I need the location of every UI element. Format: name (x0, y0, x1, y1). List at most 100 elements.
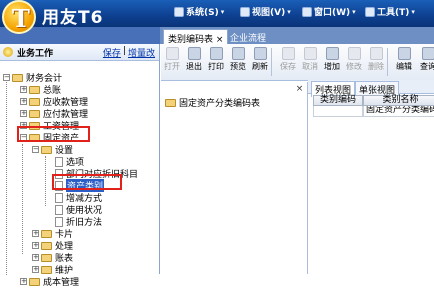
chevron-down-icon: ▾ (287, 8, 291, 16)
separator: | (123, 46, 126, 59)
toolbar-button-7[interactable]: 增加 (321, 47, 343, 72)
work-panel-title: 业务工作 (17, 46, 53, 59)
expand-icon[interactable]: + (20, 278, 27, 285)
toolbar-button-10[interactable]: 编辑 (393, 47, 415, 72)
tree-node-ar[interactable]: +应收款管理 (20, 96, 88, 107)
system-icon (174, 7, 184, 17)
view-tabs: 列表视图 单张视图 (308, 80, 434, 94)
tree-leaf-options[interactable]: 选项 (55, 156, 84, 167)
toolbar-button-label: 预览 (227, 61, 249, 72)
toolbar-icon (370, 47, 383, 60)
toolbar-separator (271, 48, 272, 76)
folder-icon (41, 230, 52, 238)
toolbar-button-11[interactable]: 查询 (417, 47, 434, 72)
toolbar: 打开退出打印预览刷新保存取消增加修改删除编辑查询 (161, 44, 434, 81)
gear-icon (365, 7, 375, 17)
tree-leaf-usage-status[interactable]: 使用状况 (55, 204, 102, 215)
tree-leaf-depr-method[interactable]: 折旧方法 (55, 216, 102, 227)
incremental-link[interactable]: 增量改 (128, 46, 155, 59)
menu-tools[interactable]: 工具(T)▾ (365, 5, 415, 18)
toolbar-button-3[interactable]: 预览 (227, 47, 249, 72)
expand-icon[interactable]: + (32, 242, 39, 249)
column-header-code[interactable]: 类别编码 (313, 95, 363, 106)
tree-node-process[interactable]: +处理 (32, 240, 73, 251)
toolbar-icon (304, 47, 317, 60)
category-tree-root[interactable]: 固定资产分类编码表 (165, 96, 260, 109)
folder-icon (29, 86, 40, 94)
expand-icon[interactable]: + (32, 230, 39, 237)
document-icon (55, 217, 63, 227)
toolbar-button-6[interactable]: 取消 (299, 47, 321, 72)
toolbar-button-label: 打印 (205, 61, 227, 72)
chevron-down-icon: ▾ (352, 8, 356, 16)
tree-node-gl[interactable]: +总账 (20, 84, 61, 95)
window-icon (302, 7, 312, 17)
folder-icon (41, 254, 52, 262)
toolbar-button-label: 刷新 (249, 61, 271, 72)
toolbar-icon (326, 47, 339, 60)
grid-cell-code[interactable] (313, 106, 363, 117)
expand-icon[interactable]: + (32, 254, 39, 261)
toolbar-icon (254, 47, 267, 60)
tree-node-finance[interactable]: −财务会计 (3, 72, 62, 83)
tree-node-reports[interactable]: +账表 (32, 252, 73, 263)
folder-icon (165, 99, 176, 107)
toolbar-button-label: 打开 (161, 61, 183, 72)
tree-node-card[interactable]: +卡片 (32, 228, 73, 239)
grid-cell-name[interactable]: 固定资产分类编码表 (363, 106, 434, 117)
toolbar-icon (210, 47, 223, 60)
collapse-icon[interactable]: − (3, 74, 10, 81)
toolbar-button-1[interactable]: 退出 (183, 47, 205, 72)
tree-node-cost[interactable]: +成本管理 (20, 276, 79, 287)
toolbar-icon (232, 47, 245, 60)
tab-category-code-table[interactable]: 类别编码表 × (163, 29, 228, 44)
toolbar-button-label: 删除 (365, 61, 387, 72)
toolbar-icon (348, 47, 361, 60)
toolbar-button-9[interactable]: 删除 (365, 47, 387, 72)
save-link[interactable]: 保存 (103, 46, 121, 59)
tree-node-ap[interactable]: +应付款管理 (20, 108, 88, 119)
collapse-icon[interactable]: − (32, 146, 39, 153)
close-icon[interactable]: × (294, 84, 305, 95)
toolbar-button-label: 退出 (183, 61, 205, 72)
folder-icon (41, 266, 52, 274)
category-tree-pane: 固定资产分类编码表 (161, 82, 308, 274)
toolbar-button-2[interactable]: 打印 (205, 47, 227, 72)
toolbar-button-label: 修改 (343, 61, 365, 72)
folder-icon (41, 146, 52, 154)
toolbar-button-8[interactable]: 修改 (343, 47, 365, 72)
menu-view[interactable]: 视图(V)▾ (240, 5, 291, 18)
toolbar-separator (387, 48, 388, 76)
folder-icon (29, 110, 40, 118)
toolbar-button-5[interactable]: 保存 (277, 47, 299, 72)
toolbar-button-0[interactable]: 打开 (161, 47, 183, 72)
toolbar-icon (282, 47, 295, 60)
tree-leaf-change-method[interactable]: 增减方式 (55, 192, 102, 203)
document-icon (55, 205, 63, 215)
expand-icon[interactable]: + (20, 86, 27, 93)
toolbar-icon (422, 47, 434, 60)
tab-enterprise-process[interactable]: 企业流程 (226, 29, 270, 44)
expand-icon[interactable]: + (32, 266, 39, 273)
toolbar-button-label: 编辑 (393, 61, 415, 72)
tree-node-setup[interactable]: −设置 (32, 144, 73, 155)
highlight-asset-category (52, 174, 122, 190)
toolbar-button-label: 取消 (299, 61, 321, 72)
expand-icon[interactable]: + (20, 98, 27, 105)
menu-window[interactable]: 窗口(W)▾ (302, 5, 356, 18)
tree-node-maintain[interactable]: +维护 (32, 264, 73, 275)
column-header-name[interactable]: 类别名称 (363, 95, 434, 106)
app-brand: 用友T6 (42, 3, 103, 28)
chevron-down-icon: ▾ (411, 8, 415, 16)
work-panel-header: 业务工作 保存 | 增量改 (0, 44, 159, 61)
highlight-fixed-assets (17, 126, 90, 142)
toolbar-button-label: 保存 (277, 61, 299, 72)
toolbar-button-4[interactable]: 刷新 (249, 47, 271, 72)
menu-system[interactable]: 系统(S)▾ (174, 5, 224, 18)
expand-icon[interactable]: + (20, 110, 27, 117)
title-bar: T 用友T6 系统(S)▾ 视图(V)▾ 窗口(W)▾ 工具(T)▾ (0, 0, 434, 27)
toolbar-icon (398, 47, 411, 60)
app-logo: T (2, 0, 36, 34)
toolbar-button-label: 增加 (321, 61, 343, 72)
business-icon (3, 47, 13, 57)
